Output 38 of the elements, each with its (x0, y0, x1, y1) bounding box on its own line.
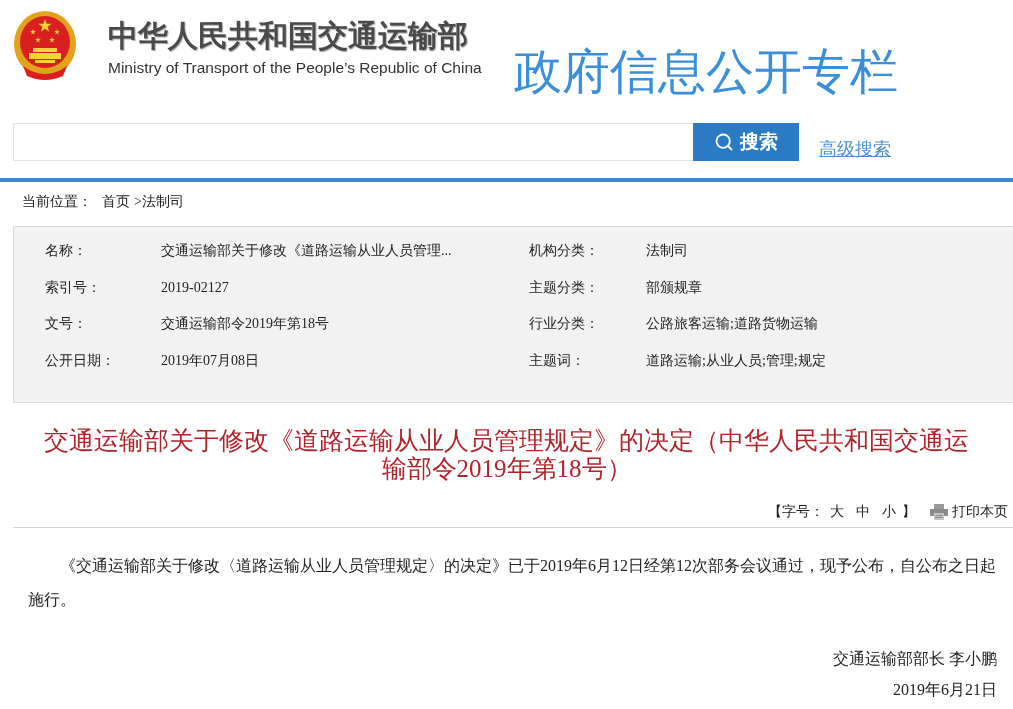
field-value: 部颁规章 (646, 278, 702, 297)
ministry-title: 中华人民共和国交通运输部 (108, 18, 469, 54)
advanced-search-link[interactable]: 高级搜索 (819, 137, 891, 161)
field-value: 公路旅客运输;道路货物运输 (646, 315, 818, 334)
field-label: 机构分类： (529, 242, 599, 261)
field-value: 2019-02127 (161, 279, 229, 296)
field-label: 索引号： (45, 278, 101, 297)
field-label: 公开日期： (45, 351, 115, 370)
printer-icon (930, 504, 948, 520)
field-value: 道路运输;从业人员;管理;规定 (646, 351, 826, 370)
field-label: 主题分类： (529, 278, 599, 297)
search-icon (714, 132, 734, 152)
field-value: 交通运输部令2019年第18号 (161, 315, 329, 334)
field-label: 文号： (45, 315, 87, 334)
ministry-english-title: Ministry of Transport of the People’s Republic of China (108, 58, 482, 78)
print-link[interactable]: 打印本页 (952, 503, 1008, 521)
font-size-label: 【字号： (768, 503, 824, 521)
search-field[interactable] (13, 123, 693, 161)
font-size-option[interactable]: 小 (882, 503, 896, 521)
field-label: 行业分类： (529, 315, 599, 334)
column-title: 政府信息公开专栏 (513, 43, 898, 99)
article-paragraph: 《交通运输部关于修改〈道路运输从业人员管理规定〉的决定》已于2019年6月12日经第12次部务会议通过，现予公布，自公布之日起施行。 (28, 556, 997, 610)
signature-line: 交通运输部部长 李小鹏 (833, 649, 997, 669)
field-label: 名称： (45, 242, 87, 261)
bracket-text: 】 (902, 503, 916, 521)
breadcrumb-label: 当前位置： (22, 193, 92, 211)
field-label: 主题词： (529, 351, 585, 370)
field-value: 2019年07月08日 (161, 351, 259, 370)
font-size-option[interactable]: 中 (856, 503, 870, 521)
field-value: 交通运输部关于修改《道路运输从业人员管理... (161, 242, 452, 261)
emblem-logo (13, 10, 77, 82)
article-title: 交通运输部关于修改《道路运输从业人员管理规定》的决定（中华人民共和国交通运输部令2019年第18号） (43, 427, 970, 483)
breadcrumb-link[interactable]: >法制司 (134, 193, 184, 211)
breadcrumb-link[interactable]: 首页 (102, 193, 130, 211)
search-button[interactable]: 搜索 (693, 123, 799, 161)
field-value: 法制司 (646, 242, 688, 261)
font-size-option[interactable]: 大 (830, 503, 844, 521)
signature-line: 2019年6月21日 (893, 680, 997, 700)
